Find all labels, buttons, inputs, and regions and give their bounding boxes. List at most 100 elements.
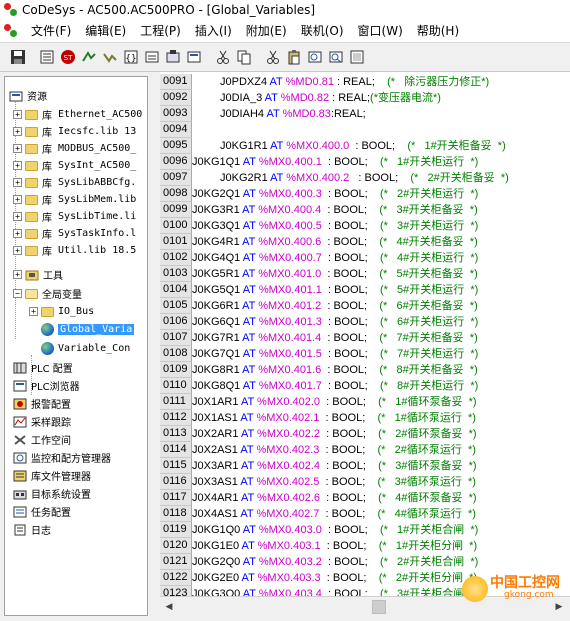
expand-icon[interactable]: + — [13, 246, 22, 255]
variable-name: J0X2AS1 — [192, 444, 238, 456]
tree-item-alarm-config[interactable]: 报警配置 — [13, 395, 71, 412]
expand-icon[interactable]: + — [13, 270, 22, 279]
save-icon[interactable] — [8, 47, 28, 67]
expand-icon[interactable]: + — [13, 178, 22, 187]
code-line[interactable]: 0110 J0KG8Q1 AT %MX0.401.7 : BOOL; (* 8#开… — [160, 378, 570, 394]
tree-root[interactable]: 资源 — [9, 87, 47, 104]
tree-item-global-variables[interactable]: Global_Varia — [41, 321, 135, 338]
code-line[interactable]: 0118 J0X4AS1 AT %MX0.402.7 : BOOL; (* 4#循… — [160, 506, 570, 522]
menu-file[interactable]: 文件(F) — [24, 22, 78, 40]
find-icon[interactable] — [305, 47, 325, 67]
expand-icon[interactable]: + — [13, 110, 22, 119]
code-line[interactable]: 0106 J0KG6Q1 AT %MX0.401.3 : BOOL; (* 6#开… — [160, 314, 570, 330]
code-line[interactable]: 0120 J0KG1E0 AT %MX0.403.1 : BOOL; (* 1#开… — [160, 538, 570, 554]
expand-icon[interactable]: + — [29, 307, 38, 316]
document-icon[interactable] — [4, 24, 18, 38]
code-line[interactable]: 0092 J0DIA_3 AT %MD0.82 : REAL;(*变压器电流*) — [160, 90, 570, 106]
menu-extras[interactable]: 附加(E) — [239, 22, 294, 40]
watch-icon[interactable] — [184, 47, 204, 67]
code-editor[interactable]: 0091 J0PDXZ4 AT %MD0.81 : REAL; (* 除污器压力修… — [160, 72, 570, 596]
code-line[interactable]: 0117 J0X4AR1 AT %MX0.402.6 : BOOL; (* 4#循… — [160, 490, 570, 506]
menu-online[interactable]: 联机(O) — [294, 22, 351, 40]
logout-icon[interactable] — [100, 47, 120, 67]
menu-insert[interactable]: 插入(I) — [188, 22, 239, 40]
expand-icon[interactable]: + — [13, 127, 22, 136]
code-line[interactable]: 0091 J0PDXZ4 AT %MD0.81 : REAL; (* 除污器压力修… — [160, 74, 570, 90]
code-line[interactable]: 0101 J0KG4R1 AT %MX0.400.6 : BOOL; (* 4#开… — [160, 234, 570, 250]
step-over-icon[interactable] — [142, 47, 162, 67]
tree-item-target-settings[interactable]: 目标系统设置 — [13, 485, 91, 502]
step-icon[interactable]: {} — [121, 47, 141, 67]
code-line[interactable]: 0104 J0KG5Q1 AT %MX0.401.1 : BOOL; (* 5#开… — [160, 282, 570, 298]
type-decl: : BOOL; — [321, 364, 368, 376]
expand-icon[interactable]: + — [13, 195, 22, 204]
tree-item-plc-config[interactable]: PLC 配置 — [13, 359, 73, 376]
code-line[interactable]: 0093 J0DIAH4 AT %MD0.83:REAL; — [160, 106, 570, 122]
expand-icon[interactable]: + — [13, 229, 22, 238]
scissors-icon[interactable] — [263, 47, 283, 67]
code-line[interactable]: 0116 J0X3AS1 AT %MX0.402.5 : BOOL; (* 3#循… — [160, 474, 570, 490]
tree-item-watch-recipe[interactable]: 监控和配方管理器 — [13, 449, 111, 466]
code-line[interactable]: 0096 J0KG1Q1 AT %MX0.400.1 : BOOL; (* 1#开… — [160, 154, 570, 170]
code-line[interactable]: 0099 J0KG3R1 AT %MX0.400.4 : BOOL; (* 3#开… — [160, 202, 570, 218]
code-line[interactable]: 0095 J0KG1R1 AT %MX0.400.0 : BOOL; (* 1#开… — [160, 138, 570, 154]
tree-item-sampling-trace[interactable]: 采样跟踪 — [13, 413, 71, 430]
menu-project[interactable]: 工程(P) — [133, 22, 188, 40]
expand-icon[interactable]: + — [13, 144, 22, 153]
menu-help[interactable]: 帮助(H) — [410, 22, 466, 40]
paste-icon[interactable] — [284, 47, 304, 67]
tree-item-library[interactable]: + 库 SysInt_AC500_ — [13, 157, 136, 174]
tree-item-library[interactable]: + 库 SysTaskInfo.l — [13, 225, 136, 242]
code-line[interactable]: 0097 J0KG2R1 AT %MX0.400.2 : BOOL; (* 2#开… — [160, 170, 570, 186]
tree-item-tools[interactable]: + 工具 — [13, 266, 63, 283]
code-line[interactable]: 0098 J0KG2Q1 AT %MX0.400.3 : BOOL; (* 2#开… — [160, 186, 570, 202]
scroll-left-icon[interactable]: ◀ — [162, 600, 176, 614]
tree-item-variable-config[interactable]: Variable_Con — [41, 340, 130, 357]
comment: (* 7#开关柜运行 *) — [367, 348, 479, 360]
menu-window[interactable]: 窗口(W) — [351, 22, 410, 40]
tree-item-log[interactable]: 日志 — [13, 521, 51, 538]
code-line[interactable]: 0119 J0KG1Q0 AT %MX0.403.0 : BOOL; (* 1#开… — [160, 522, 570, 538]
copy-icon[interactable] — [234, 47, 254, 67]
tree-item-library[interactable]: + 库 MODBUS_AC500_ — [13, 140, 136, 157]
login-icon[interactable] — [79, 47, 99, 67]
code-line[interactable]: 0108 J0KG7Q1 AT %MX0.401.5 : BOOL; (* 7#开… — [160, 346, 570, 362]
menu-edit[interactable]: 编辑(E) — [78, 22, 133, 40]
scroll-thumb[interactable] — [372, 600, 386, 614]
replace-icon[interactable] — [326, 47, 346, 67]
tree-item-library[interactable]: + 库 Iecsfc.lib 13 — [13, 123, 136, 140]
tree-item-plc-browser[interactable]: PLC浏览器 — [13, 377, 80, 394]
tree-item-library[interactable]: + 库 SysLibABBCfg. — [13, 174, 136, 191]
tree-item-workspace[interactable]: 工作空间 — [13, 431, 71, 448]
breakpoint-icon[interactable] — [163, 47, 183, 67]
code-line[interactable]: 0113 J0X2AR1 AT %MX0.402.2 : BOOL; (* 2#循… — [160, 426, 570, 442]
code-line[interactable]: 0115 J0X3AR1 AT %MX0.402.4 : BOOL; (* 3#循… — [160, 458, 570, 474]
code-line[interactable]: 0100 J0KG3Q1 AT %MX0.400.5 : BOOL; (* 3#开… — [160, 218, 570, 234]
tree-item-library[interactable]: + 库 Util.lib 18.5 — [13, 242, 136, 259]
code-line[interactable]: 0094 — [160, 122, 570, 138]
tree-item-library[interactable]: + 库 SysLibTime.li — [13, 208, 136, 225]
compile-icon[interactable] — [347, 47, 367, 67]
object-icon[interactable] — [37, 47, 57, 67]
expand-icon[interactable]: + — [13, 161, 22, 170]
tree-item-task-config[interactable]: 任务配置 — [13, 503, 71, 520]
expand-icon[interactable]: + — [13, 212, 22, 221]
code-line[interactable]: 0112 J0X1AS1 AT %MX0.402.1 : BOOL; (* 1#循… — [160, 410, 570, 426]
variable-name: J0KG1E0 — [192, 540, 240, 552]
collapse-icon[interactable]: − — [13, 289, 22, 298]
cut-icon[interactable] — [213, 47, 233, 67]
code-line[interactable]: 0109 J0KG8R1 AT %MX0.401.6 : BOOL; (* 8#开… — [160, 362, 570, 378]
tree-item-library[interactable]: + 库 SysLibMem.lib — [13, 191, 136, 208]
panel-splitter[interactable] — [149, 76, 160, 616]
code-line[interactable]: 0105 J0KG6R1 AT %MX0.401.2 : BOOL; (* 6#开… — [160, 298, 570, 314]
stop-icon[interactable]: ST — [58, 47, 78, 67]
code-line[interactable]: 0114 J0X2AS1 AT %MX0.402.3 : BOOL; (* 2#循… — [160, 442, 570, 458]
tree-item-library[interactable]: + 库 Ethernet_AC500 — [13, 106, 142, 123]
code-line[interactable]: 0102 J0KG4Q1 AT %MX0.400.7 : BOOL; (* 4#开… — [160, 250, 570, 266]
code-line[interactable]: 0111 J0X1AR1 AT %MX0.402.0 : BOOL; (* 1#循… — [160, 394, 570, 410]
code-line[interactable]: 0103 J0KG5R1 AT %MX0.401.0 : BOOL; (* 5#开… — [160, 266, 570, 282]
tree-item-library-manager[interactable]: 库文件管理器 — [13, 467, 91, 484]
tree-item-io-bus[interactable]: + IO_Bus — [29, 303, 94, 320]
tree-item-global-vars[interactable]: − 全局变量 — [13, 285, 82, 302]
code-line[interactable]: 0107 J0KG7R1 AT %MX0.401.4 : BOOL; (* 7#开… — [160, 330, 570, 346]
